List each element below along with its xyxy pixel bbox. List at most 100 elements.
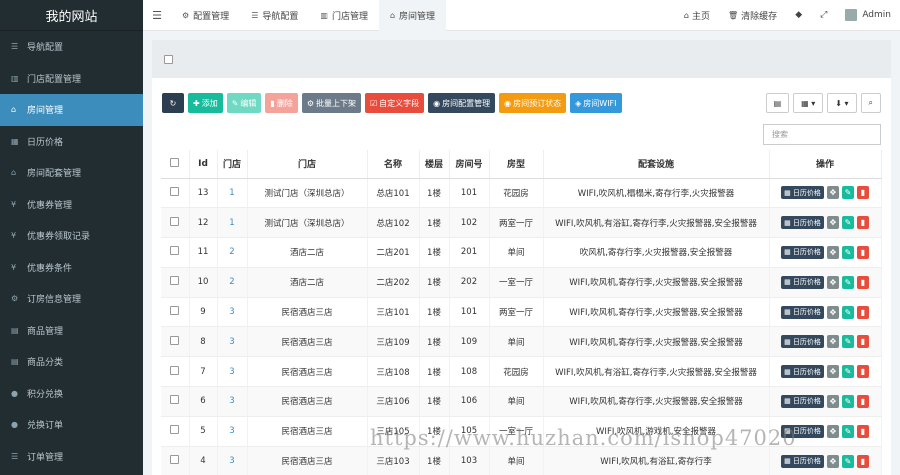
search-input[interactable]: 搜索 [763,124,881,145]
column-header[interactable]: 门店 [217,150,248,179]
column-header[interactable]: 房型 [489,150,544,179]
delete-icon[interactable]: ▮ [856,335,869,349]
calendar-price-button[interactable]: ▦ 日历价格 [781,186,824,200]
row-checkbox[interactable] [170,246,180,256]
calendar-price-button[interactable]: ▦ 日历价格 [781,335,824,349]
site-logo[interactable]: 我的网站 [0,0,143,31]
delete-icon[interactable]: ▮ [856,305,869,319]
booking-status-button[interactable]: ◉ 房间预订状态 [499,93,567,113]
calendar-price-button[interactable]: ▦ 日历价格 [781,394,824,408]
edit-icon[interactable]: ✎ [841,216,854,230]
row-checkbox[interactable] [170,276,180,286]
sidebar-item-4[interactable]: ⌂ 房间配套管理 [0,157,143,189]
delete-icon[interactable]: ▮ [856,245,869,259]
column-header[interactable]: 房间号 [449,150,490,179]
delete-icon[interactable]: ▮ [856,216,869,230]
delete-icon[interactable]: ▮ [856,394,869,408]
table-cell[interactable]: 3 [217,446,248,475]
theme-button[interactable]: ◆ [786,10,811,20]
sidebar-item-11[interactable]: ● 积分兑换 [0,378,143,410]
table-cell[interactable]: 2 [217,267,248,298]
tab-1[interactable]: ☰ 导航配置 [240,0,309,31]
table-row[interactable]: 9 3 民宿酒店三店 三店101 1楼 101 两室一厅 WIFI,吹风机,寄存行李,火灾报警… [161,297,882,328]
edit-icon[interactable]: ✎ [841,245,854,259]
edit-icon[interactable]: ✎ [841,275,854,289]
clear-cache-button[interactable]: 🗑 清除缓存 [719,9,786,22]
calendar-price-button[interactable]: ▦ 日历价格 [781,245,824,259]
user-menu[interactable]: Admin [836,9,900,21]
column-header[interactable]: 配套设施 [543,150,770,179]
table-row[interactable]: 13 1 测试门店（深圳总店） 总店101 1楼 101 花园房 WIFI,吹风机,榻榻米,寄… [161,178,882,209]
add-button[interactable]: ✚ 添加 [188,93,223,113]
row-checkbox[interactable] [170,306,180,316]
sidebar-item-6[interactable]: ¥ 优惠券领取记录 [0,220,143,252]
room-wifi-button[interactable]: ◈ 房间WIFI [570,93,622,113]
table-cell[interactable]: 3 [217,386,248,417]
sidebar-item-0[interactable]: ☰ 导航配置 [0,31,143,63]
sidebar-item-9[interactable]: ▤ 商品管理 [0,315,143,347]
sidebar-item-2[interactable]: ⌂ 房间管理 [0,94,143,126]
table-cell[interactable]: 3 [217,326,248,358]
custom-field-button[interactable]: ☑ 自定义字段 [364,93,425,113]
move-icon[interactable]: ✥ [826,186,839,200]
sidebar-item-13[interactable]: ☰ 订单管理 [0,441,143,473]
calendar-price-button[interactable]: ▦ 日历价格 [781,424,824,438]
fullscreen-button[interactable]: ⤢ [811,10,836,20]
table-row[interactable]: 5 3 民宿酒店三店 三店105 1楼 105 一室一厅 WIFI,吹风机,游戏机,安全报警器… [161,416,882,447]
table-row[interactable]: 4 3 民宿酒店三店 三店103 1楼 103 单间 WIFI,吹风机,有浴缸,寄存行李 ▦ 日… [161,446,882,475]
calendar-price-button[interactable]: ▦ 日历价格 [781,305,824,319]
move-icon[interactable]: ✥ [826,365,839,379]
sidebar-item-8[interactable]: ⚙ 订房信息管理 [0,283,143,315]
search-toggle-button[interactable]: ⌕ [860,93,881,113]
edit-button[interactable]: ✎ 编辑 [226,93,262,113]
home-link[interactable]: ⌂ 主页 [675,9,719,22]
table-cell[interactable]: 3 [217,416,248,447]
calendar-price-button[interactable]: ▦ 日历价格 [781,275,824,289]
edit-icon[interactable]: ✎ [841,454,854,468]
delete-icon[interactable]: ▮ [856,275,869,289]
sidebar-item-12[interactable]: ● 兑换订单 [0,409,143,441]
sidebar-item-1[interactable]: ▥ 门店配置管理 [0,63,143,95]
row-checkbox[interactable] [170,395,180,405]
delete-icon[interactable]: ▮ [856,365,869,379]
menu-toggle-icon[interactable]: ☰ [143,9,171,22]
row-checkbox[interactable] [170,425,180,435]
edit-icon[interactable]: ✎ [841,335,854,349]
table-cell[interactable]: 2 [217,237,248,268]
row-checkbox[interactable] [170,335,180,345]
edit-icon[interactable]: ✎ [841,424,854,438]
table-cell[interactable]: 1 [217,178,248,209]
table-row[interactable]: 10 2 酒店二店 二店202 1楼 202 一室一厅 WIFI,吹风机,寄存行李,火灾报警器… [161,267,882,298]
calendar-price-button[interactable]: ▦ 日历价格 [781,216,824,230]
move-icon[interactable]: ✥ [826,394,839,408]
sidebar-item-7[interactable]: ¥ 优惠券条件 [0,252,143,284]
calendar-price-button[interactable]: ▦ 日历价格 [781,454,824,468]
table-cell[interactable]: 1 [217,207,248,239]
edit-icon[interactable]: ✎ [841,186,854,200]
table-row[interactable]: 12 1 测试门店（深圳总店） 总店102 1楼 102 两室一厅 WIFI,吹风机,有浴缸,… [161,207,882,239]
delete-icon[interactable]: ▮ [856,186,869,200]
move-icon[interactable]: ✥ [826,305,839,319]
refresh-button[interactable]: ↻ [162,93,184,113]
table-row[interactable]: 8 3 民宿酒店三店 三店109 1楼 109 单间 WIFI,吹风机,寄存行李,火灾报警器,… [161,326,882,358]
room-config-button[interactable]: ◉ 房间配置管理 [428,93,496,113]
delete-icon[interactable]: ▮ [856,454,869,468]
move-icon[interactable]: ✥ [826,245,839,259]
table-cell[interactable]: 3 [217,356,248,388]
delete-button[interactable]: ▮ 删除 [265,93,298,113]
move-icon[interactable]: ✥ [826,335,839,349]
row-checkbox[interactable] [170,216,180,226]
column-header[interactable]: 门店 [247,150,368,179]
calendar-price-button[interactable]: ▦ 日历价格 [781,365,824,379]
delete-icon[interactable]: ▮ [856,424,869,438]
row-checkbox[interactable] [170,365,180,375]
row-checkbox[interactable] [170,186,180,196]
column-header[interactable]: 楼层 [419,150,450,179]
select-all-checkbox[interactable] [170,157,180,167]
tab-3[interactable]: ⌂ 房间管理 [378,0,447,31]
column-header[interactable]: 操作 [769,150,882,179]
move-icon[interactable]: ✥ [826,424,839,438]
sidebar-item-3[interactable]: ▦ 日历价格 [0,126,143,158]
header-checkbox[interactable] [164,54,173,64]
move-icon[interactable]: ✥ [826,454,839,468]
